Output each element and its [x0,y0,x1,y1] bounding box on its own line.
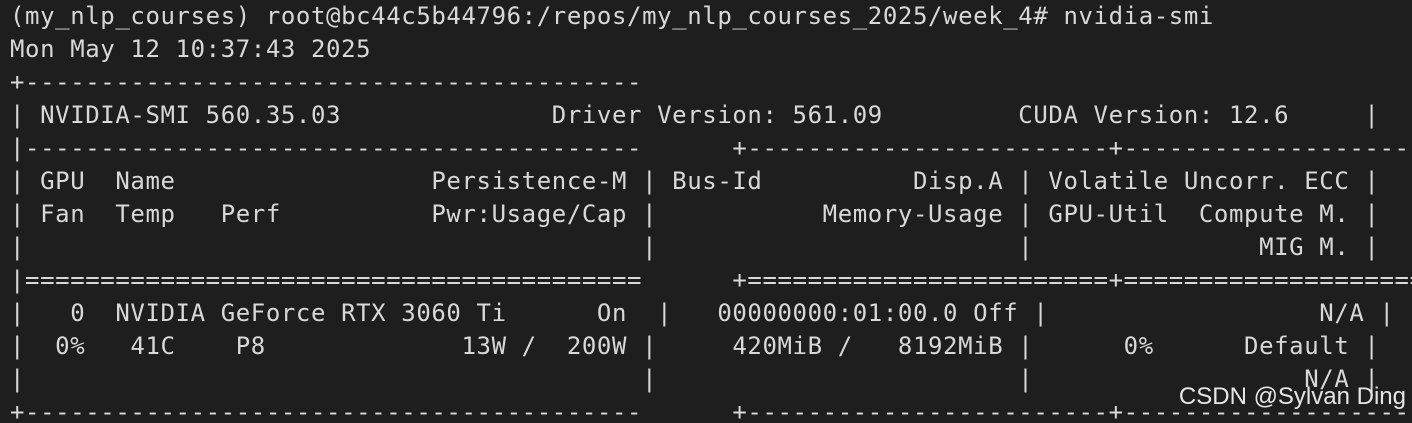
gpu-row-1: | 0 NVIDIA GeForce RTX 3060 Ti On | 0000… [10,299,1395,327]
timestamp-line: Mon May 12 10:37:43 2025 [10,35,372,63]
watermark: CSDN @Sylvan Ding [1178,383,1406,410]
prompt-line: (my_nlp_courses) root@bc44c5b44796:/repo… [10,2,1214,30]
header-separator: |=======================================… [10,266,1412,294]
gpu-row-3: | | | N/A | [10,365,1380,393]
header-row-3: | | | MIG M. | [10,233,1380,261]
version-row: | NVIDIA-SMI 560.35.03 Driver Version: 5… [10,101,1380,129]
table-divider: |---------------------------------------… [10,134,1412,162]
gpu-row-2: | 0% 41C P8 13W / 200W | 420MiB / 8192Mi… [10,332,1380,360]
terminal-window[interactable]: (my_nlp_courses) root@bc44c5b44796:/repo… [0,0,1412,423]
table-border-top: +---------------------------------------… [10,68,1412,96]
header-row-1: | GPU Name Persistence-M | Bus-Id Disp.A… [10,167,1380,195]
header-row-2: | Fan Temp Perf Pwr:Usage/Cap | Memory-U… [10,200,1380,228]
